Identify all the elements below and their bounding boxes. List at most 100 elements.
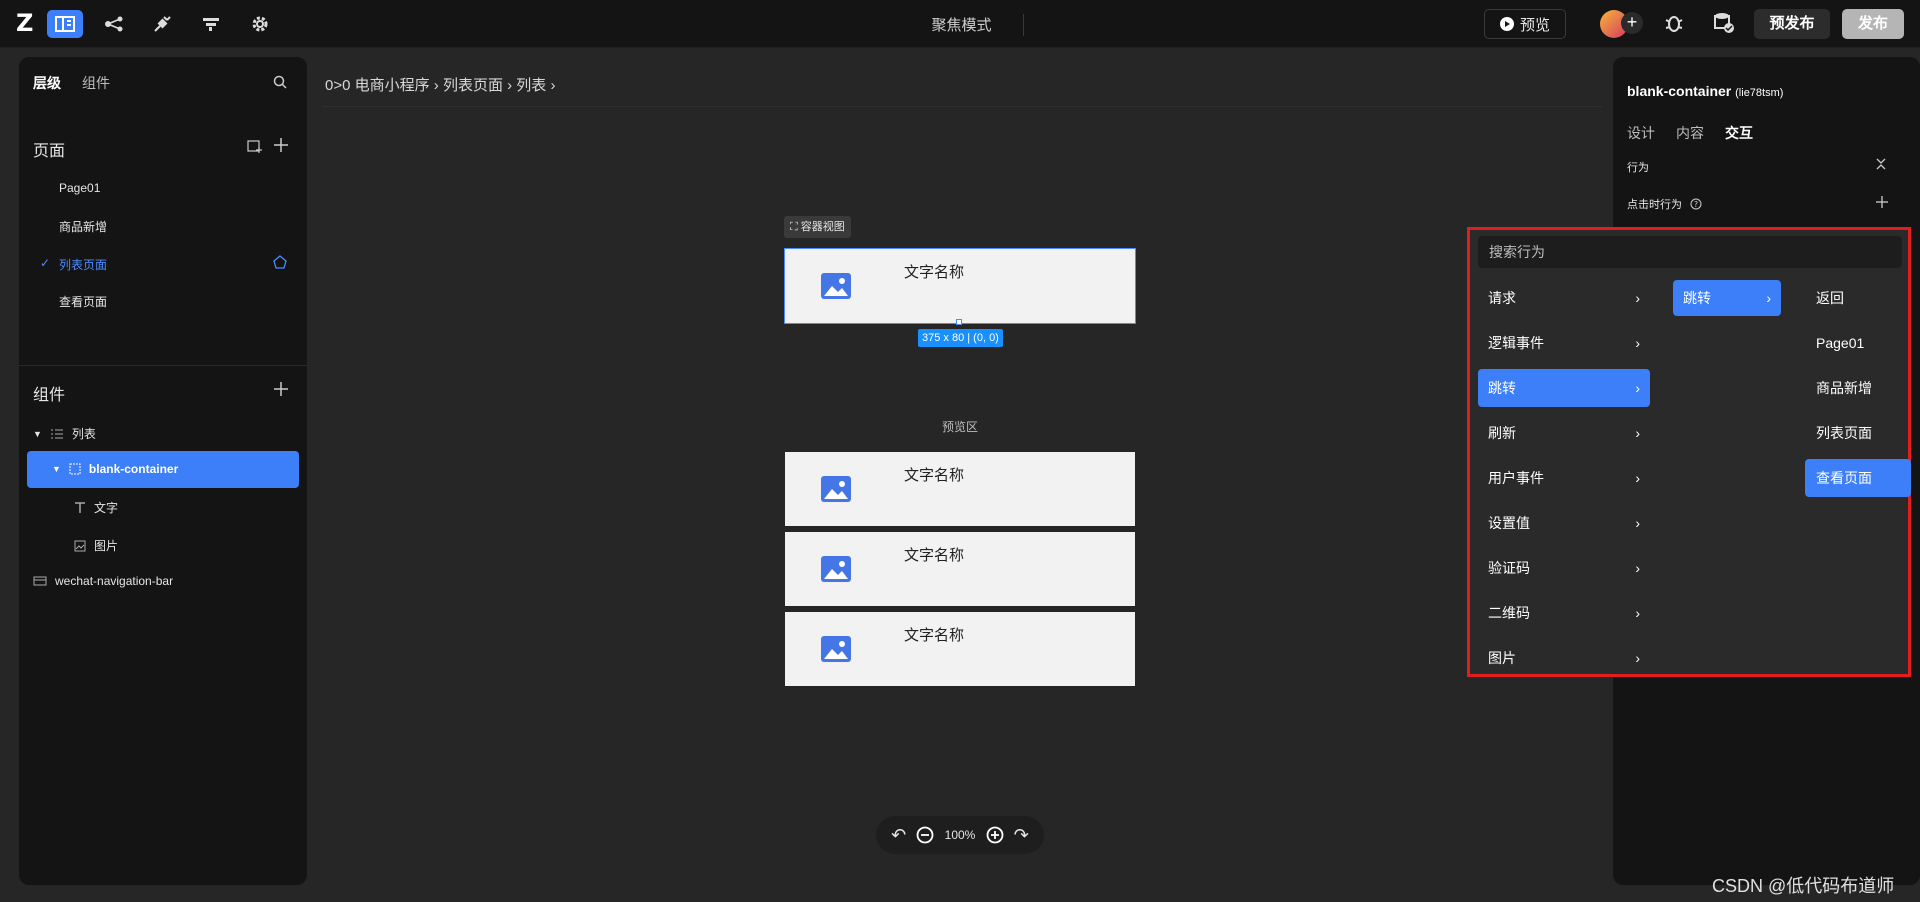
menu-item-image[interactable]: 图片 ›: [1478, 639, 1650, 677]
database-button[interactable]: [1713, 12, 1735, 39]
image-placeholder-icon: [821, 273, 851, 299]
behavior-search-input[interactable]: 搜索行为: [1478, 236, 1902, 268]
watermark: CSDN @低代码布道师: [1712, 876, 1895, 896]
page-item[interactable]: Page01: [59, 181, 100, 195]
menu-item-user-event[interactable]: 用户事件 ›: [1478, 459, 1650, 497]
menu-item-set-value[interactable]: 设置值 ›: [1478, 504, 1650, 542]
menu-item-qrcode[interactable]: 二维码 ›: [1478, 594, 1650, 632]
components-section-title: 组件: [33, 387, 66, 404]
preview-card[interactable]: 文字名称: [785, 452, 1135, 526]
undo-icon[interactable]: ↶: [891, 825, 906, 846]
tree-item-label: 图片: [94, 539, 119, 553]
chevron-right-icon: ›: [1635, 560, 1640, 576]
tree-item-image[interactable]: 图片: [74, 537, 118, 554]
publish-button[interactable]: 发布: [1842, 9, 1904, 39]
style-tool-button[interactable]: [193, 10, 229, 38]
component-id: (lie78tsm): [1735, 87, 1784, 99]
tree-item-blank-container[interactable]: ▼ blank-container: [52, 462, 178, 476]
add-page-button[interactable]: [273, 137, 289, 158]
navbar-icon: [33, 576, 47, 586]
target-option-list-page[interactable]: 列表页面: [1805, 414, 1911, 452]
svg-text:?: ?: [1694, 200, 1698, 209]
resize-handle[interactable]: [956, 319, 962, 325]
collapse-button[interactable]: [1875, 157, 1887, 176]
pre-publish-button[interactable]: 预发布: [1754, 9, 1830, 39]
submenu-item-navigate[interactable]: 跳转 ›: [1673, 280, 1781, 316]
check-icon: ✓: [40, 256, 51, 270]
flow-icon: [105, 16, 123, 32]
breadcrumb-divider: [322, 106, 1602, 107]
menu-item-label: 刷新: [1488, 425, 1516, 441]
zoom-level: 100%: [944, 828, 976, 842]
preview-card[interactable]: 文字名称: [785, 612, 1135, 686]
focus-mode-label[interactable]: 聚焦模式: [900, 14, 1024, 36]
container-view-label: 容器视图: [800, 221, 845, 233]
canvas-container-card[interactable]: 文字名称: [784, 248, 1136, 324]
flow-tool-button[interactable]: [96, 10, 132, 38]
pages-tool-button[interactable]: [47, 10, 83, 38]
home-page-button[interactable]: [273, 255, 287, 274]
menu-item-request[interactable]: 请求 ›: [1478, 279, 1650, 317]
debug-button[interactable]: [1663, 12, 1685, 39]
add-component-button[interactable]: [273, 381, 289, 402]
menu-item-label: 跳转: [1488, 380, 1516, 396]
menu-item-label: 请求: [1488, 290, 1516, 306]
container-icon: [69, 463, 81, 475]
preview-button[interactable]: 预览: [1484, 9, 1566, 39]
tree-item-navbar[interactable]: wechat-navigation-bar: [33, 574, 173, 588]
card-text: 文字名称: [904, 467, 965, 484]
zoom-in-icon[interactable]: [986, 826, 1004, 844]
menu-item-logic-event[interactable]: 逻辑事件 ›: [1478, 324, 1650, 362]
component-title: blank-container (lie78tsm): [1627, 83, 1783, 99]
help-icon[interactable]: ?: [1690, 198, 1702, 210]
chevron-right-icon: ›: [1635, 605, 1640, 621]
target-option-view-page[interactable]: 查看页面: [1805, 459, 1911, 497]
plugin-tool-button[interactable]: [144, 10, 180, 38]
settings-tool-button[interactable]: [242, 10, 278, 38]
on-click-row: 点击时行为 ?: [1627, 196, 1702, 212]
target-option-back[interactable]: 返回: [1805, 279, 1911, 317]
chevron-right-icon: ›: [1635, 380, 1640, 396]
tab-components[interactable]: 组件: [82, 73, 110, 93]
add-behavior-button[interactable]: [1875, 195, 1889, 214]
menu-item-label: 设置值: [1488, 515, 1530, 531]
page-item[interactable]: 查看页面: [59, 293, 107, 310]
preview-card[interactable]: 文字名称: [785, 532, 1135, 606]
preview-area-label: 预览区: [942, 420, 979, 434]
add-collaborator-icon[interactable]: +: [1621, 12, 1643, 34]
breadcrumb[interactable]: 0>0 电商小程序 › 列表页面 › 列表 ›: [325, 74, 555, 95]
add-page-folder-button[interactable]: [247, 139, 263, 158]
list-icon: [50, 429, 63, 438]
tab-design[interactable]: 设计: [1627, 123, 1655, 143]
container-view-tag[interactable]: ⛶ 容器视图: [784, 216, 851, 238]
tab-content[interactable]: 内容: [1676, 123, 1704, 143]
page-item-selected[interactable]: 列表页面: [59, 256, 107, 273]
menu-item-navigate[interactable]: 跳转 ›: [1478, 369, 1650, 407]
preview-label: 预览: [1519, 16, 1550, 34]
top-bar: Z 聚焦模式 预览 + 预发布 发布: [0, 0, 1920, 48]
plus-icon: [274, 382, 288, 396]
tab-layers[interactable]: 层级: [33, 73, 61, 93]
card-text: 文字名称: [904, 547, 965, 564]
menu-item-label: 逻辑事件: [1488, 335, 1544, 351]
search-icon: [273, 75, 287, 89]
tree-item-text[interactable]: 文字: [74, 499, 118, 516]
text-icon: [75, 501, 85, 513]
search-button[interactable]: [273, 75, 287, 94]
tree-item-label: wechat-navigation-bar: [55, 574, 174, 588]
caret-down-icon[interactable]: ▼: [33, 429, 42, 439]
tree-item-list[interactable]: ▼ 列表: [33, 425, 96, 442]
page-item[interactable]: 商品新增: [59, 218, 107, 235]
collapse-icon: [1876, 158, 1886, 170]
menu-item-refresh[interactable]: 刷新 ›: [1478, 414, 1650, 452]
target-option-product-add[interactable]: 商品新增: [1805, 369, 1911, 407]
menu-item-captcha[interactable]: 验证码 ›: [1478, 549, 1650, 587]
tab-interaction[interactable]: 交互: [1725, 123, 1753, 143]
target-option-page01[interactable]: Page01: [1805, 324, 1911, 362]
zoom-out-icon[interactable]: [916, 826, 934, 844]
redo-icon[interactable]: ↷: [1014, 825, 1029, 846]
layout-icon: [55, 16, 75, 32]
caret-down-icon[interactable]: ▼: [52, 464, 61, 474]
tree-item-label: 列表: [71, 427, 96, 441]
menu-item-label: 图片: [1488, 650, 1516, 666]
